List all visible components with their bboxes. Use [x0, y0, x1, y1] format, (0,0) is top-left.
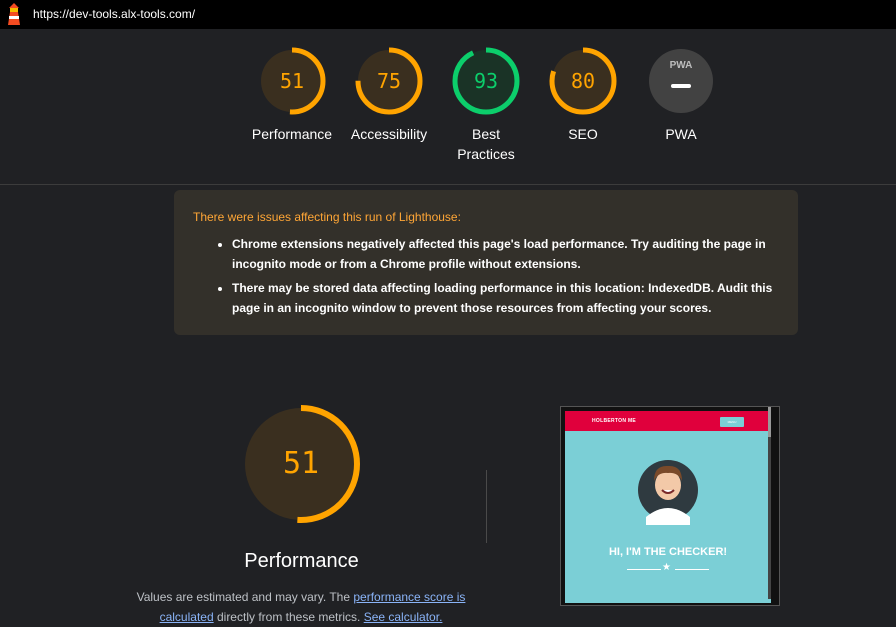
warning-title: There were issues affecting this run of … [193, 210, 461, 224]
note-prefix: Values are estimated and may vary. The [136, 590, 354, 604]
final-screenshot[interactable]: HOLBERTON ME MENU HI, I'M THE CHECKER! ★ [560, 406, 780, 606]
section-divider [0, 184, 896, 185]
gauge-label: Performance [251, 126, 333, 142]
warning-item: There may be stored data affecting loadi… [232, 278, 782, 318]
screenshot-headline: HI, I'M THE CHECKER! [608, 546, 728, 558]
screenshot-scroll-thumb [768, 407, 771, 437]
pwa-badge-icon [649, 49, 713, 113]
vertical-divider [486, 470, 487, 543]
pwa-badge-text: PWA [669, 60, 693, 71]
gauge-score: 51 [279, 69, 305, 93]
score-gauges: 51 Performance 75 Accessibility 93 Best … [0, 47, 896, 177]
gauge-pwa[interactable]: PWA PWA [636, 47, 726, 144]
gauge-label: PWA [665, 126, 697, 142]
gauge-accessibility[interactable]: 75 Accessibility [344, 47, 434, 144]
star-icon: ★ [662, 562, 671, 573]
gauge-label: Accessibility [350, 126, 428, 142]
page-url[interactable]: https://dev-tools.alx-tools.com/ [33, 7, 195, 21]
warning-list: Chrome extensions negatively affected th… [232, 234, 782, 322]
gauge-best-practices[interactable]: 93 Best Practices [441, 47, 531, 164]
warning-item: Chrome extensions negatively affected th… [232, 234, 782, 274]
gauge-label: Best Practices [457, 126, 515, 162]
screenshot-page: HOLBERTON ME MENU HI, I'M THE CHECKER! ★ [565, 411, 771, 603]
gauge-performance[interactable]: 51 Performance [247, 47, 337, 144]
note-middle: directly from these metrics. [213, 610, 364, 624]
gauge-score: 75 [376, 69, 402, 93]
screenshot-menu-button: MENU [720, 417, 744, 427]
performance-title: Performance [244, 550, 359, 572]
gauge-label: SEO [568, 126, 598, 142]
calculator-link[interactable]: See calculator. [364, 610, 443, 624]
performance-note: Values are estimated and may vary. The p… [131, 587, 471, 627]
divider-line [675, 569, 709, 570]
lighthouse-icon [8, 3, 20, 25]
gauge-score: 80 [570, 69, 596, 93]
screenshot-brand: HOLBERTON ME [592, 418, 637, 424]
avatar-icon [638, 460, 698, 525]
performance-gauge: 51 [241, 404, 361, 524]
gauge-score: 93 [473, 69, 499, 93]
warning-box: There were issues affecting this run of … [174, 190, 798, 335]
divider-line [627, 569, 661, 570]
address-bar: https://dev-tools.alx-tools.com/ [0, 0, 896, 29]
performance-score: 51 [282, 446, 320, 481]
gauge-seo[interactable]: 80 SEO [538, 47, 628, 144]
